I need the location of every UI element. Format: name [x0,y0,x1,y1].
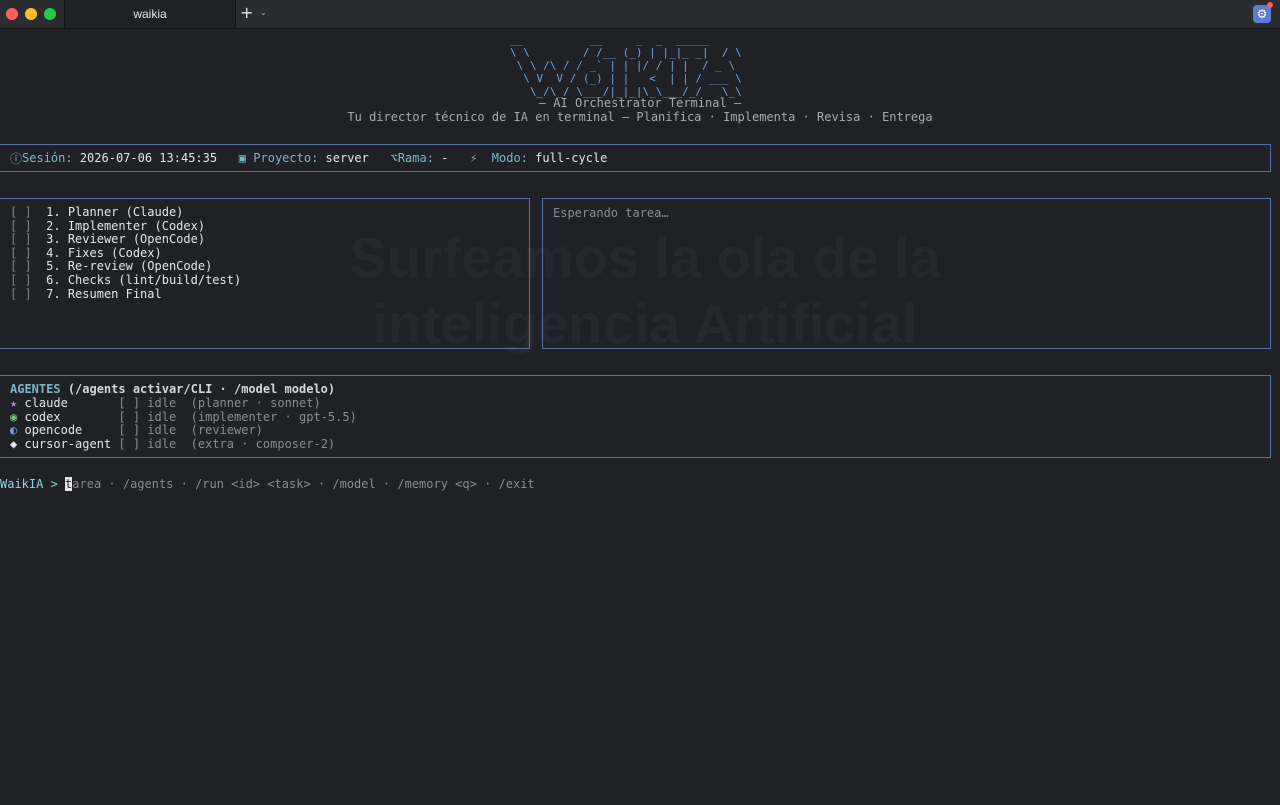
step-item: [ ] 2. Implementer (Codex) [10,218,529,234]
branch-value: - [441,151,449,165]
session-label: Sesión: [22,151,73,165]
session-bar: ⓘ Sesión: 2026-07-06 13:45:35 ▣ Proyecto… [0,144,1271,172]
step-checkbox: [ ] [10,205,32,219]
step-item: [ ] 1. Planner (Claude) [10,205,529,220]
project-icon: ▣ [238,151,247,165]
step-checkbox: [ ] [10,259,32,274]
agent-name: claude [24,396,68,410]
agent-status: [ ] idle [118,409,177,424]
step-checkbox: [ ] [10,286,32,301]
waiting-text: Esperando tarea… [553,206,669,220]
project-value: server [325,151,369,165]
step-item: [ ] 3. Reviewer (OpenCode) [10,232,529,247]
step-label: 1. Planner (Claude) [46,205,184,219]
agent-name: codex [24,409,61,424]
ascii-logo: __ __ _ _ _____ \ \ / /__ (_) | |_|_ _| … [510,33,742,98]
step-item: [ ] 6. Checks (lint/build/test) [10,272,529,288]
step-label: 2. Implementer (Codex) [46,218,206,233]
step-label: 6. Checks (lint/build/test) [46,272,242,287]
session-value: 2026-07-06 13:45:35 [79,151,218,165]
tab-menu-chevron-icon[interactable]: ⌄ [260,5,270,21]
agent-detail: (implementer · gpt-5.5) [190,409,357,424]
tab-title: waikia [133,7,167,21]
minimize-window-button[interactable] [25,8,37,20]
branch-label: Rama: [397,151,434,165]
agent-row: ◆ cursor-agent [ ] idle (extra · compose… [10,436,357,452]
agent-name: opencode [24,423,83,438]
output-panel: Esperando tarea… [542,198,1271,349]
pipeline-steps-panel: [ ] 1. Planner (Claude)[ ] 2. Implemente… [0,198,530,349]
agent-row: ★ claude [ ] idle (planner · sonnet) [10,396,357,411]
agents-list: ★ claude [ ] idle (planner · sonnet) ◉ co… [10,396,357,452]
notification-dot [1267,2,1273,8]
agent-status-icon: ◐ [10,423,18,438]
agent-status-icon: ★ [10,396,18,410]
step-checkbox: [ ] [10,245,32,260]
agent-status-icon: ◉ [10,409,18,424]
terminal-tab[interactable]: waikia [64,0,236,28]
command-prompt[interactable]: WaikIA > tarea · /agents · /run <id> <ta… [0,477,535,491]
tagline: — AI Orchestrator Terminal — [538,96,742,110]
agent-row: ◉ codex [ ] idle (implementer · gpt-5.5) [10,409,357,425]
step-checkbox: [ ] [10,218,32,233]
lightning-icon: ⚡ [470,151,478,165]
agent-detail: (reviewer) [190,423,263,438]
agents-header: AGENTES (/agents activar/CLI · /model mo… [10,382,336,397]
close-window-button[interactable] [6,8,18,20]
info-icon: ⓘ [10,151,23,166]
prompt-label: WaikIA > [0,477,66,491]
description: Tu director técnico de IA en terminal — … [347,110,933,124]
title-bar: waikia + ⌄ ⚙ [0,0,1280,29]
step-label: 3. Reviewer (OpenCode) [46,232,206,247]
prompt-placeholder: area · /agents · /run <id> <task> · /mod… [72,477,535,491]
branch-icon: ⌥ [390,151,398,165]
agent-status: [ ] idle [118,396,177,410]
agent-detail: (planner · sonnet) [190,396,321,410]
steps-list: [ ] 1. Planner (Claude)[ ] 2. Implemente… [0,199,529,301]
agents-panel: AGENTES (/agents activar/CLI · /model mo… [0,375,1271,458]
step-label: 4. Fixes (Codex) [46,245,162,260]
agent-row: ◐ opencode [ ] idle (reviewer) [10,423,357,438]
step-label: 5. Re-review (OpenCode) [46,259,213,274]
step-item: [ ] 4. Fixes (Codex) [10,245,529,261]
agent-status-icon: ◆ [10,436,18,451]
mode-value: full-cycle [535,151,608,165]
zoom-window-button[interactable] [44,8,56,20]
agent-status: [ ] idle [118,436,177,451]
agent-status: [ ] idle [118,423,177,438]
new-tab-plus-icon[interactable]: + [240,3,256,23]
mode-label: Modo: [491,151,528,165]
agent-name: cursor-agent [24,436,112,451]
agent-detail: (extra · composer-2) [190,436,336,451]
step-checkbox: [ ] [10,272,32,287]
step-item: [ ] 5. Re-review (OpenCode) [10,260,529,274]
step-checkbox: [ ] [10,232,32,247]
agents-title: AGENTES [10,382,61,396]
step-label: 7. Resumen Final [46,286,162,301]
step-item: [ ] 7. Resumen Final [10,286,529,302]
agents-hint: (/agents activar/CLI · /model modelo) [67,382,336,396]
project-label: Proyecto: [253,151,319,165]
